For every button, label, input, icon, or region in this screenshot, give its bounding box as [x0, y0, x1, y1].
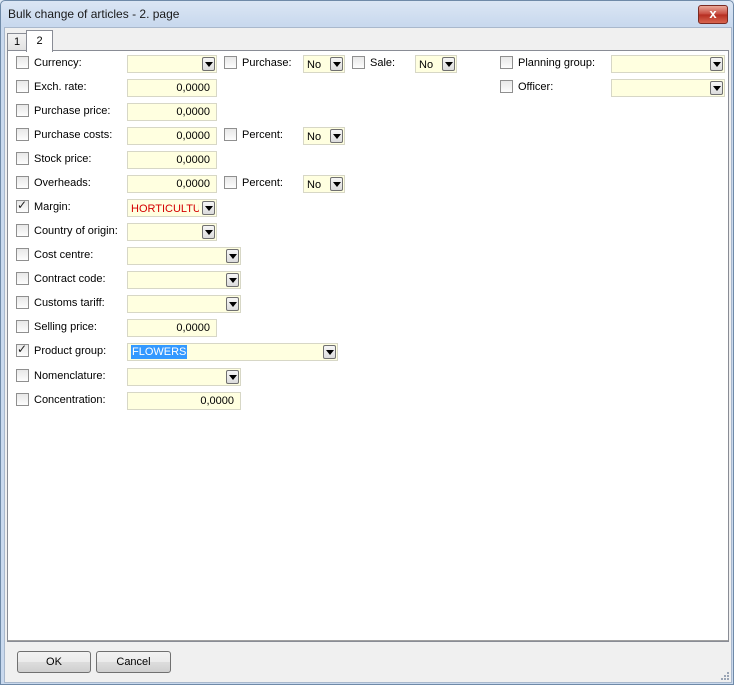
margin-checkbox[interactable] — [16, 198, 29, 213]
overheads-percent-select[interactable]: No — [303, 175, 345, 193]
selling-price-checkbox[interactable] — [16, 320, 29, 333]
purchase-costs-percent-value: No — [307, 131, 322, 143]
purchase-costs-checkbox[interactable] — [16, 128, 29, 141]
overheads-percent-label: Percent: — [242, 177, 283, 189]
overheads-percent-value: No — [307, 179, 322, 191]
purchase-select[interactable]: No — [303, 55, 345, 73]
chevron-down-icon[interactable] — [330, 129, 343, 143]
cost-centre-checkbox[interactable] — [16, 248, 29, 261]
purchase-price-label: Purchase price: — [34, 105, 111, 117]
chevron-down-icon[interactable] — [323, 345, 336, 359]
close-button[interactable]: x — [698, 5, 728, 24]
bulk-change-dialog: Bulk change of articles - 2. page x 1 2 … — [0, 0, 734, 685]
sale-label: Sale: — [370, 57, 396, 69]
chevron-down-icon[interactable] — [202, 225, 215, 239]
concentration-checkbox[interactable] — [16, 393, 29, 406]
purchase-price-checkbox[interactable] — [16, 104, 29, 117]
purchase-price-input[interactable]: 0,0000 — [127, 103, 217, 121]
planning-group-select[interactable] — [611, 55, 725, 73]
customs-tariff-checkbox[interactable] — [16, 296, 29, 309]
currency-label: Currency: — [34, 57, 82, 69]
overheads-checkbox[interactable] — [16, 176, 29, 189]
planning-group-label: Planning group: — [518, 57, 596, 69]
margin-select[interactable]: HORTICULTU — [127, 199, 217, 217]
purchase-value: No — [307, 59, 322, 71]
country-of-origin-checkbox[interactable] — [16, 224, 29, 237]
margin-value: HORTICULTU — [131, 203, 199, 215]
officer-label: Officer: — [518, 81, 554, 93]
tab-page-content: Currency: Purchase: No Sale: No Planning… — [7, 50, 729, 642]
product-group-value: FLOWERS — [131, 345, 188, 359]
chevron-down-icon[interactable] — [442, 57, 455, 71]
chevron-down-icon[interactable] — [330, 177, 343, 191]
customs-tariff-select[interactable] — [127, 295, 241, 313]
dialog-client-area: 1 2 Currency: Purchase: No Sale: No Plan… — [4, 27, 732, 683]
purchase-costs-input[interactable]: 0,0000 — [127, 127, 217, 145]
selling-price-input[interactable]: 0,0000 — [127, 319, 217, 337]
overheads-label: Overheads: — [34, 177, 91, 189]
overheads-percent-checkbox[interactable] — [224, 176, 237, 189]
tab-page-1[interactable]: 1 — [7, 33, 27, 51]
close-icon: x — [709, 6, 717, 21]
exch-rate-checkbox[interactable] — [16, 80, 29, 93]
concentration-label: Concentration: — [34, 394, 106, 406]
window-title: Bulk change of articles - 2. page — [8, 7, 180, 21]
stock-price-input[interactable]: 0,0000 — [127, 151, 217, 169]
purchase-costs-percent-label: Percent: — [242, 129, 283, 141]
currency-select[interactable] — [127, 55, 217, 73]
purchase-costs-percent-checkbox[interactable] — [224, 128, 237, 141]
contract-code-label: Contract code: — [34, 273, 106, 285]
product-group-select[interactable]: FLOWERS — [127, 343, 338, 361]
purchase-label: Purchase: — [242, 57, 292, 69]
title-bar[interactable]: Bulk change of articles - 2. page x — [1, 1, 733, 27]
nomenclature-label: Nomenclature: — [34, 370, 106, 382]
officer-checkbox[interactable] — [500, 80, 513, 93]
nomenclature-select[interactable] — [127, 368, 241, 386]
country-of-origin-label: Country of origin: — [34, 225, 118, 237]
selling-price-label: Selling price: — [34, 321, 97, 333]
officer-select[interactable] — [611, 79, 725, 97]
purchase-costs-label: Purchase costs: — [34, 129, 113, 141]
contract-code-select[interactable] — [127, 271, 241, 289]
chevron-down-icon[interactable] — [226, 370, 239, 384]
stock-price-checkbox[interactable] — [16, 152, 29, 165]
customs-tariff-label: Customs tariff: — [34, 297, 105, 309]
contract-code-checkbox[interactable] — [16, 272, 29, 285]
concentration-input[interactable]: 0,0000 — [127, 392, 241, 410]
stock-price-label: Stock price: — [34, 153, 92, 165]
currency-checkbox[interactable] — [16, 56, 29, 69]
tab-page-2[interactable]: 2 — [26, 30, 53, 52]
ok-button[interactable]: OK — [17, 651, 91, 673]
sale-value: No — [419, 59, 434, 71]
chevron-down-icon[interactable] — [226, 273, 239, 287]
purchase-costs-percent-select[interactable]: No — [303, 127, 345, 145]
cost-centre-select[interactable] — [127, 247, 241, 265]
cost-centre-label: Cost centre: — [34, 249, 94, 261]
chevron-down-icon[interactable] — [202, 201, 215, 215]
chevron-down-icon[interactable] — [710, 81, 723, 95]
margin-label: Margin: — [34, 201, 71, 213]
exch-rate-input[interactable]: 0,0000 — [127, 79, 217, 97]
footer-separator — [8, 640, 728, 641]
chevron-down-icon[interactable] — [226, 249, 239, 263]
chevron-down-icon[interactable] — [202, 57, 215, 71]
product-group-checkbox[interactable] — [16, 342, 29, 357]
sale-checkbox[interactable] — [352, 56, 365, 69]
purchase-checkbox[interactable] — [224, 56, 237, 69]
product-group-label: Product group: — [34, 345, 107, 357]
chevron-down-icon[interactable] — [330, 57, 343, 71]
chevron-down-icon[interactable] — [226, 297, 239, 311]
chevron-down-icon[interactable] — [710, 57, 723, 71]
country-of-origin-select[interactable] — [127, 223, 217, 241]
resize-grip-icon[interactable] — [719, 670, 729, 680]
cancel-button[interactable]: Cancel — [96, 651, 171, 673]
overheads-input[interactable]: 0,0000 — [127, 175, 217, 193]
exch-rate-label: Exch. rate: — [34, 81, 87, 93]
planning-group-checkbox[interactable] — [500, 56, 513, 69]
nomenclature-checkbox[interactable] — [16, 369, 29, 382]
sale-select[interactable]: No — [415, 55, 457, 73]
